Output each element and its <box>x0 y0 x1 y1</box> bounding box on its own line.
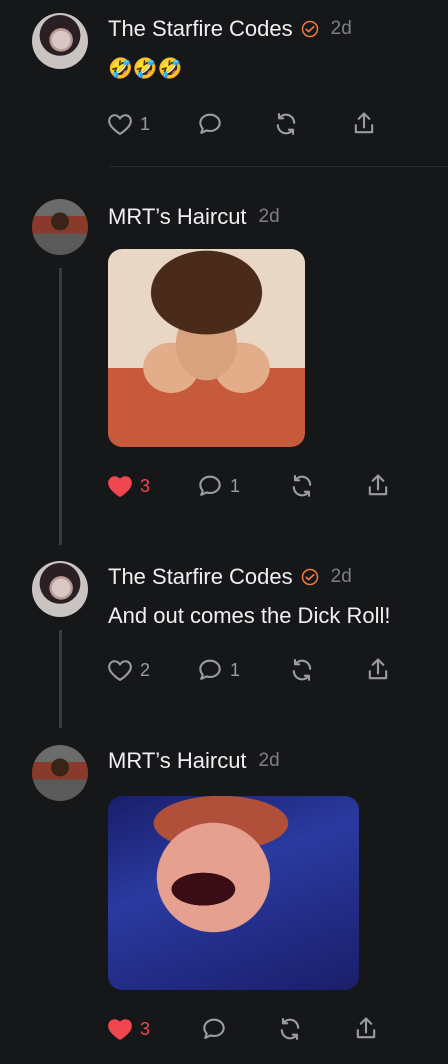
avatar[interactable] <box>32 745 88 801</box>
thread-line <box>59 630 62 728</box>
like-button[interactable]: 3 <box>106 470 150 502</box>
post-divider <box>110 166 448 167</box>
share-icon <box>354 112 374 134</box>
like-button[interactable]: 2 <box>106 654 150 686</box>
repost-icon <box>292 659 312 681</box>
comment-icon <box>199 475 221 496</box>
reply-button[interactable] <box>200 1013 228 1045</box>
post-time: 2d <box>330 18 352 39</box>
reply-count: 1 <box>230 475 241 496</box>
post-time: 2d <box>258 206 280 227</box>
comment-icon <box>199 659 221 680</box>
post-text: And out comes the Dick Roll! <box>108 603 391 628</box>
post-header: The Starfire Codes 2d <box>108 16 352 42</box>
author-name[interactable]: MRT’s Haircut <box>108 204 247 230</box>
repost-button[interactable] <box>272 108 300 140</box>
like-button[interactable]: 3 <box>106 1013 150 1045</box>
post-time: 2d <box>258 750 280 771</box>
verified-badge-icon <box>301 568 318 586</box>
heart-icon <box>108 476 132 497</box>
post-header: MRT’s Haircut 2d <box>108 204 280 230</box>
verified-badge-icon <box>301 20 318 38</box>
action-bar: 2 1 <box>106 654 406 686</box>
repost-icon <box>292 475 312 497</box>
like-count: 2 <box>140 659 151 680</box>
author-name[interactable]: The Starfire Codes <box>108 564 293 590</box>
post-image[interactable] <box>108 796 359 990</box>
reply-button[interactable]: 1 <box>196 654 240 686</box>
avatar[interactable] <box>32 13 88 69</box>
like-button[interactable]: 1 <box>106 108 150 140</box>
repost-button[interactable] <box>288 470 316 502</box>
share-icon <box>368 658 388 680</box>
comment-icon <box>203 1018 225 1039</box>
like-count: 3 <box>140 1018 151 1039</box>
reply-count: 1 <box>230 659 241 680</box>
post-text: 🤣🤣🤣 <box>108 58 183 80</box>
heart-icon <box>108 114 132 135</box>
author-name[interactable]: The Starfire Codes <box>108 16 293 42</box>
heart-icon <box>108 1019 132 1040</box>
author-name[interactable]: MRT’s Haircut <box>108 748 247 774</box>
thread-line <box>59 268 62 545</box>
repost-button[interactable] <box>288 654 316 686</box>
heart-icon <box>108 660 132 681</box>
avatar[interactable] <box>32 199 88 255</box>
action-bar: 3 <box>106 1013 406 1045</box>
post-image[interactable] <box>108 249 305 447</box>
reply-button[interactable] <box>196 108 224 140</box>
comment-icon <box>199 113 221 134</box>
like-count: 3 <box>140 475 151 496</box>
repost-button[interactable] <box>276 1013 304 1045</box>
like-count: 1 <box>140 113 151 134</box>
share-icon <box>356 1017 376 1039</box>
share-icon <box>368 474 388 496</box>
post-time: 2d <box>330 566 352 587</box>
share-button[interactable] <box>364 654 392 686</box>
share-button[interactable] <box>352 1013 380 1045</box>
repost-icon <box>280 1018 300 1040</box>
reply-button[interactable]: 1 <box>196 470 240 502</box>
share-button[interactable] <box>350 108 378 140</box>
post-header: The Starfire Codes 2d <box>108 564 352 590</box>
post-header: MRT’s Haircut 2d <box>108 748 280 774</box>
avatar[interactable] <box>32 561 88 617</box>
repost-icon <box>276 113 296 135</box>
action-bar: 1 <box>106 108 406 140</box>
share-button[interactable] <box>364 470 392 502</box>
action-bar: 3 1 <box>106 470 406 502</box>
